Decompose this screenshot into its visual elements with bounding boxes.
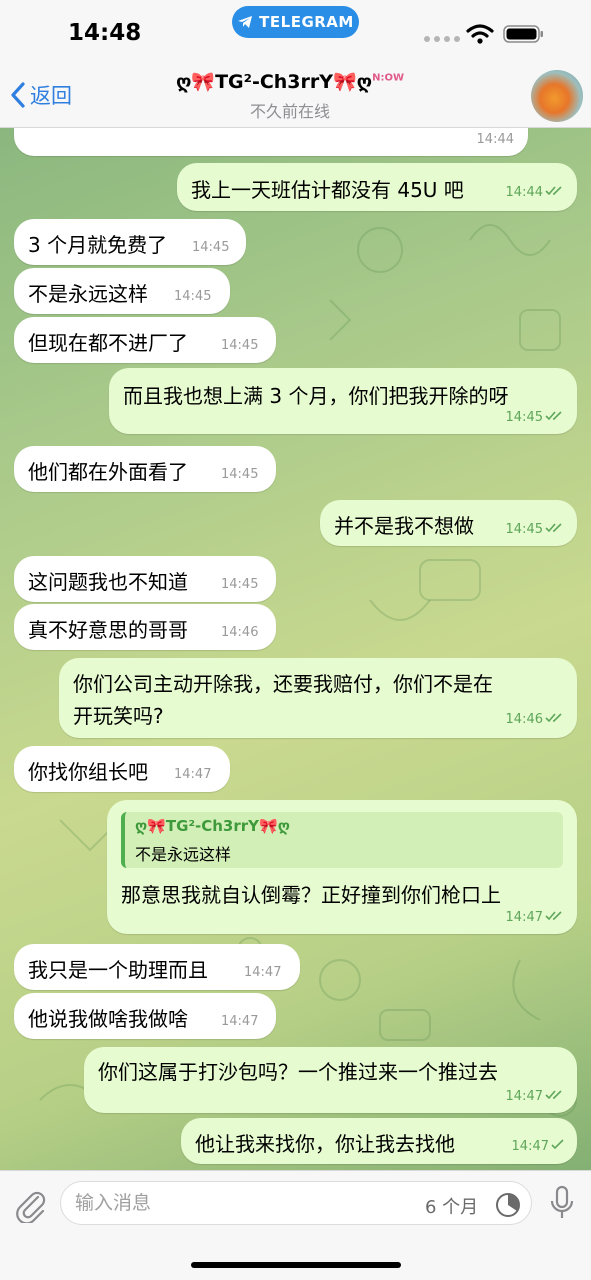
message-time: 14:44 [476, 132, 514, 147]
message-time: 14:45 [192, 240, 230, 255]
message-time: 14:44 [506, 185, 565, 200]
message-text: 而且我也想上满 3 个月，你们把我开除的呀 [123, 384, 509, 408]
wifi-icon [466, 24, 494, 44]
message-time: 14:47 [506, 910, 565, 925]
message-text: 他让我来找你，你让我去找他 [195, 1132, 455, 1156]
chat-header: 返回 ღ🎀TG²-Ch3rrY🎀ღN:OW 不久前在线 [0, 62, 591, 128]
avatar[interactable] [531, 70, 583, 122]
message-time: 14:47 [506, 1089, 565, 1104]
message-time: 14:46 [506, 712, 565, 727]
message-text: 我只是一个助理而且 [28, 958, 208, 982]
message-incoming[interactable]: 他说我做啥我做啥 14:47 [14, 993, 276, 1039]
double-check-icon [545, 1090, 562, 1100]
cellular-signal-icon [424, 36, 460, 42]
message-outgoing[interactable]: 而且我也想上满 3 个月，你们把我开除的呀 14:45 [109, 368, 577, 434]
status-time: 14:48 [68, 20, 142, 46]
message-incoming[interactable]: 我只是一个助理而且 14:47 [14, 944, 300, 990]
home-indicator [191, 1262, 401, 1268]
message-text: 他说我做啥我做啥 [28, 1007, 188, 1031]
timer-icon[interactable] [495, 1192, 521, 1218]
message-text: 3 个月就免费了 [28, 233, 168, 257]
message-incoming[interactable]: 这问题我也不知道 14:45 [14, 556, 276, 602]
message-incoming[interactable]: 3 个月就免费了 14:45 [14, 219, 246, 265]
message-time: 14:46 [221, 625, 259, 640]
message-time: 14:45 [506, 522, 565, 537]
chevron-left-icon [11, 82, 25, 108]
telegram-pill-label: TELEGRAM [259, 13, 354, 31]
double-check-icon [545, 713, 562, 723]
message-list: 14:44 我上一天班估计都没有 45U 吧 14:44 3 个月就免费了 14… [0, 128, 591, 1170]
message-text: 那意思我就自认倒霉？正好撞到你们枪口上 [121, 883, 501, 907]
message-time: 14:45 [221, 577, 259, 592]
reply-text: 不是永远这样 [135, 845, 232, 864]
message-time: 14:45 [221, 467, 259, 482]
paperclip-icon[interactable] [14, 1187, 46, 1223]
status-bar: 14:48 TELEGRAM [0, 0, 591, 62]
chat-status: 不久前在线 [249, 102, 330, 121]
message-time: 14:45 [221, 338, 259, 353]
message-text: 这问题我也不知道 [28, 570, 188, 594]
message-text: 并不是我不想做 [334, 514, 474, 538]
message-time: 14:47 [221, 1014, 259, 1029]
message-text: 真不好意思的哥哥 [28, 618, 188, 642]
self-destruct-timer-label[interactable]: 6 个月 [425, 1193, 478, 1219]
message-text: 不是永远这样 [28, 282, 148, 306]
double-check-icon [545, 186, 562, 196]
message-time: 14:47 [244, 965, 282, 980]
back-label: 返回 [30, 84, 72, 108]
message-incoming[interactable]: 不是永远这样 14:45 [14, 268, 230, 314]
microphone-icon[interactable] [548, 1185, 576, 1221]
message-outgoing-reply[interactable]: ღ🎀TG²-Ch3rrY🎀ღ 不是永远这样 那意思我就自认倒霉？正好撞到你们枪口… [107, 800, 577, 934]
message-text: 我上一天班估计都没有 45U 吧 [191, 178, 464, 202]
telegram-plane-icon [238, 16, 253, 28]
message-input[interactable] [75, 1188, 395, 1218]
message-text: 他们都在外面看了 [28, 460, 188, 484]
telegram-pill[interactable]: TELEGRAM [232, 6, 359, 38]
message-text: 但现在都不进厂了 [28, 331, 188, 355]
check-icon [551, 1139, 564, 1150]
message-incoming[interactable]: 真不好意思的哥哥 14:46 [14, 604, 276, 650]
chat-title[interactable]: ღ🎀TG²-Ch3rrY🎀ღN:OW [140, 70, 440, 93]
message-incoming[interactable]: 你找你组长吧 14:47 [14, 746, 230, 792]
chat-title-text: ღ🎀TG²-Ch3rrY🎀ღ [175, 71, 373, 93]
message-time: 14:45 [174, 289, 212, 304]
title-badge: N:OW [372, 72, 405, 84]
message-outgoing[interactable]: 我上一天班估计都没有 45U 吧 14:44 [177, 163, 577, 211]
message-incoming[interactable]: 但现在都不进厂了 14:45 [14, 317, 276, 363]
message-outgoing[interactable]: 你们公司主动开除我，还要我赔付，你们不是在 开玩笑吗? 14:46 [59, 658, 577, 738]
message-time: 14:47 [174, 767, 212, 782]
message-field[interactable]: 6 个月 [60, 1181, 532, 1225]
message-incoming[interactable]: 14:44 [14, 128, 528, 156]
back-button[interactable]: 返回 [10, 80, 72, 110]
message-time: 14:47 [512, 1139, 565, 1154]
message-outgoing[interactable]: 你们这属于打沙包吗？一个推过来一个推过去 14:47 [84, 1047, 577, 1113]
battery-icon [503, 25, 543, 43]
double-check-icon [545, 411, 562, 421]
message-text: 你找你组长吧 [28, 760, 148, 784]
message-text: 你们这属于打沙包吗？一个推过来一个推过去 [98, 1060, 498, 1084]
double-check-icon [545, 523, 562, 533]
message-text-line1: 你们公司主动开除我，还要我赔付，你们不是在 [73, 672, 493, 696]
message-incoming[interactable]: 他们都在外面看了 14:45 [14, 446, 276, 492]
reply-sender-name: ღ🎀TG²-Ch3rrY🎀ღ [135, 817, 290, 835]
message-time: 14:45 [506, 410, 565, 425]
reply-quote[interactable]: ღ🎀TG²-Ch3rrY🎀ღ 不是永远这样 [121, 812, 563, 868]
message-outgoing[interactable]: 他让我来找你，你让我去找他 14:47 [181, 1118, 577, 1164]
message-outgoing[interactable]: 并不是我不想做 14:45 [320, 500, 577, 546]
double-check-icon [545, 911, 562, 921]
message-text-line2: 开玩笑吗? [73, 704, 164, 728]
